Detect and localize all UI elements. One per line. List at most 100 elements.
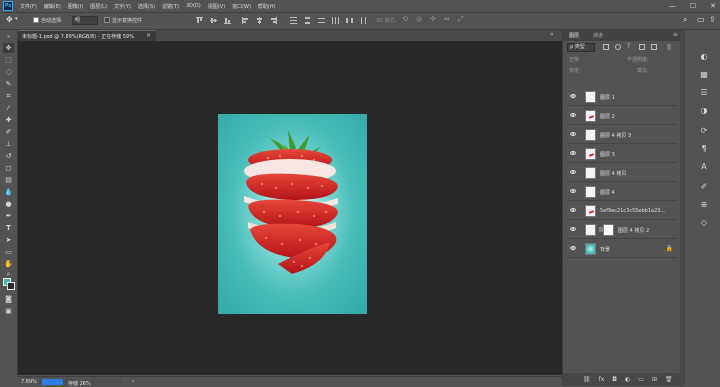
layer-row[interactable]: 图层 2 [567,107,677,125]
3d-scale-icon[interactable]: ⤢ [458,15,464,24]
distribute-bottom-icon[interactable] [318,17,325,24]
align-bottom-icon[interactable] [224,17,231,24]
3d-roll-icon[interactable]: ◎ [416,15,422,23]
align-right-icon[interactable] [270,17,277,24]
tab-layers[interactable]: 图层 [569,32,579,39]
close-button[interactable]: ✕ [710,2,716,10]
show-transform-checkbox[interactable] [104,17,110,23]
3d-pan-icon[interactable]: ✢ [430,15,436,23]
gradient-tool-icon[interactable]: ▤ [3,175,14,185]
align-left-icon[interactable] [242,17,249,24]
folder-icon[interactable]: ▭ [638,376,644,383]
layer-row[interactable]: 图层 1 [567,88,677,106]
trash-icon[interactable]: 🗑 [665,376,673,383]
pixel-filter-icon[interactable] [603,44,609,50]
more-tools-icon[interactable]: ··· [3,256,14,266]
3d-rotate-icon[interactable]: ⟲ [402,15,408,23]
menu-item[interactable]: 帮助(H) [258,3,276,10]
distribute-hcenter-icon[interactable] [346,17,353,24]
visibility-eye-icon[interactable] [570,113,576,117]
align-vcenter-icon[interactable] [210,17,217,24]
healing-tool-icon[interactable]: ✚ [3,115,14,125]
adjustments-panel-icon[interactable]: ◑ [699,106,709,116]
visibility-eye-icon[interactable] [570,227,576,231]
minimize-button[interactable]: — [669,2,676,10]
quick-select-tool-icon[interactable]: ✎ [3,79,14,89]
screen-mode-icon[interactable]: ▣ [3,306,14,316]
path-select-tool-icon[interactable]: ➤ [3,235,14,245]
zoom-level[interactable]: 7.89% [21,379,37,385]
distribute-vcenter-icon[interactable] [304,17,311,24]
menu-item[interactable]: 3D(D) [186,3,201,9]
move-tool-icon[interactable]: ✥ [6,15,13,24]
menu-item[interactable]: 文件(F) [20,3,37,10]
eraser-tool-icon[interactable]: ◻ [3,163,14,173]
type-tool-icon[interactable]: T [3,223,14,233]
search-icon[interactable]: ⌕ [683,15,687,25]
filter-toggle-icon[interactable] [667,44,671,50]
history-panel-icon[interactable]: ⟳ [699,126,709,136]
eyedropper-tool-icon[interactable]: ⁄ [3,103,14,113]
layer-filter-dropdown[interactable]: ρ 类型 [567,43,595,52]
menu-item[interactable]: 视图(V) [208,3,225,10]
workspace-icon[interactable]: ▭ [697,15,705,24]
layer-mask-thumbnail[interactable] [603,224,614,236]
visibility-eye-icon[interactable] [570,132,576,136]
tab-channels[interactable]: 通道 [593,32,603,39]
swatches-panel-icon[interactable]: ▦ [699,70,709,80]
visibility-eye-icon[interactable] [570,170,576,174]
stamp-tool-icon[interactable]: ⊥ [3,139,14,149]
lasso-tool-icon[interactable]: ◌ [3,67,14,77]
quick-mask-icon[interactable]: ◙ [3,294,14,304]
link-icon[interactable]: ⛓ [583,376,591,383]
align-top-icon[interactable] [196,17,203,24]
layer-row[interactable]: ⛓ 图层 4 拷贝 2 [567,221,677,239]
move-tool-icon[interactable]: ✥ [3,43,14,53]
visibility-eye-icon[interactable] [570,151,576,155]
share-icon[interactable]: ⇪ [709,15,716,24]
dodge-tool-icon[interactable]: ● [3,199,14,209]
3d-panel-icon[interactable]: ◇ [699,218,709,228]
type-filter-icon[interactable]: T [627,44,633,50]
layer-row[interactable]: 图层 4 [567,183,677,201]
maximize-button[interactable]: ☐ [690,2,696,10]
align-hcenter-icon[interactable] [256,17,263,24]
new-layer-icon[interactable]: ⊞ [652,376,657,383]
fx-icon[interactable]: fx [599,376,605,383]
document-tab[interactable]: 未标题-1.psd @ 7.89%(RGB/8) - 正在存储 59% × [18,30,156,41]
menu-item[interactable]: 图层(L) [90,3,107,10]
brush-tool-icon[interactable]: ✐ [3,127,14,137]
document-canvas[interactable] [218,114,367,314]
auto-select-dropdown[interactable]: 组 [72,16,98,25]
visibility-eye-icon[interactable] [570,94,576,98]
distribute-left-icon[interactable] [332,17,339,24]
visibility-eye-icon[interactable] [570,246,576,250]
mask-icon[interactable]: ◘ [612,376,617,383]
adjustment-icon[interactable]: ◐ [625,376,630,383]
toolbar-collapse-icon[interactable]: » [3,32,14,42]
blur-tool-icon[interactable]: 💧 [3,187,14,197]
brush-panel-icon[interactable]: ✐ [699,182,709,192]
pen-tool-icon[interactable]: ✒ [3,211,14,221]
chevron-down-icon[interactable]: ▾ [15,16,18,22]
shape-filter-icon[interactable] [639,44,645,50]
menu-item[interactable]: 编辑(E) [44,3,61,10]
clone-source-panel-icon[interactable]: ⊕ [699,200,709,210]
color-panel-icon[interactable]: ◐ [699,52,709,62]
panel-menu-icon[interactable]: ≡ [673,31,678,38]
layer-row[interactable]: 5ef9ec21c3c55ebb1a23... [567,202,677,220]
layer-row[interactable]: 图层 4 拷贝 [567,164,677,182]
menu-item[interactable]: 文字(Y) [114,3,131,10]
blend-mode-dropdown[interactable]: 正常 [569,56,579,63]
adjustment-filter-icon[interactable] [615,44,621,50]
visibility-eye-icon[interactable] [570,189,576,193]
distribute-top-icon[interactable] [290,17,297,24]
panel-collapse-icon[interactable]: « [550,31,554,38]
smart-object-filter-icon[interactable] [651,44,657,50]
properties-panel-icon[interactable]: ☰ [699,88,709,98]
auto-select-checkbox[interactable] [33,17,39,23]
distribute-right-icon[interactable] [360,17,367,24]
menu-item[interactable]: 滤镜(T) [162,3,179,10]
background-color-swatch[interactable] [7,282,15,290]
menu-item[interactable]: 窗口(W) [232,3,251,10]
